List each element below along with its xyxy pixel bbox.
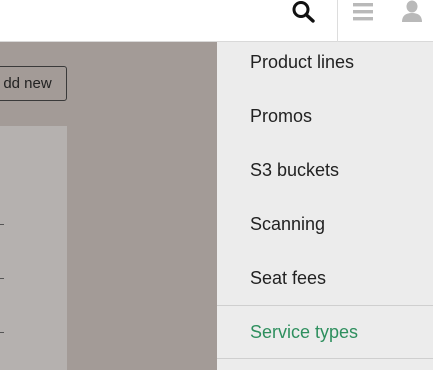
menu-item-product-lines[interactable]: Product lines (217, 35, 433, 89)
menu-item-promos[interactable]: Promos (217, 89, 433, 143)
search-icon (292, 1, 315, 23)
topbar-divider (337, 0, 338, 42)
menu-button[interactable] (351, 2, 375, 22)
search-button[interactable] (288, 0, 320, 24)
menu-item-service-types[interactable]: Service types (217, 305, 433, 359)
page-overlay[interactable]: dd new (0, 42, 217, 370)
content-card (0, 126, 67, 370)
menu-item-scanning[interactable]: Scanning (217, 197, 433, 251)
side-menu: Product lines Promos S3 buckets Scanning… (217, 42, 433, 370)
user-button[interactable] (400, 0, 424, 24)
menu-item-s3-buckets[interactable]: S3 buckets (217, 143, 433, 197)
top-bar (0, 0, 433, 42)
hamburger-icon (353, 3, 373, 21)
menu-item-seat-fees[interactable]: Seat fees (217, 251, 433, 305)
row-tick (0, 278, 4, 279)
user-icon (402, 0, 422, 22)
row-tick (0, 224, 4, 225)
add-new-button[interactable]: dd new (0, 66, 67, 101)
row-tick (0, 332, 4, 333)
